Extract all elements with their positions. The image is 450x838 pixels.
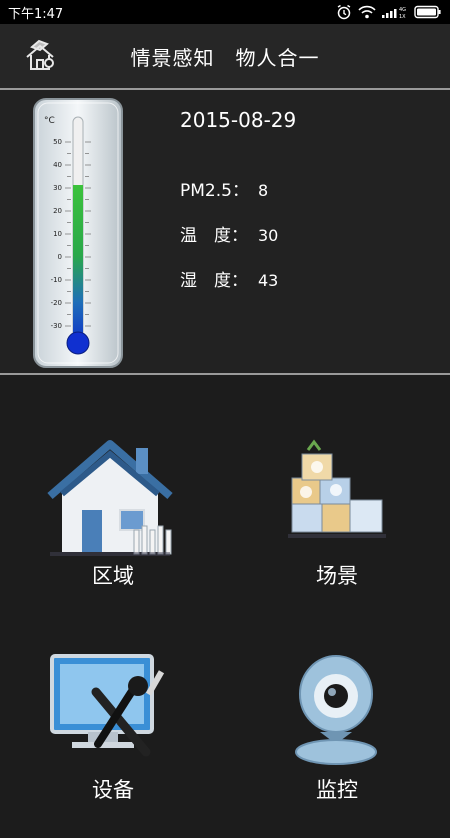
date-label: 2015-08-29: [180, 108, 297, 132]
tick-label: -30: [51, 322, 62, 330]
monitor-tile[interactable]: 监控: [262, 648, 412, 838]
svg-text:1X: 1X: [399, 14, 406, 19]
status-bar: 下午1:47 4G 1X: [0, 0, 450, 24]
pm25-row: PM2.5： 8: [180, 176, 268, 201]
signal-icon: 4G 1X: [382, 7, 406, 19]
temperature-label: 温 度：: [180, 226, 248, 246]
tick-label: 10: [53, 230, 62, 238]
tick-label: 0: [58, 253, 62, 261]
unit-label: °C: [44, 116, 55, 126]
panel-divider: [0, 373, 450, 375]
device-tile[interactable]: 设备: [38, 648, 188, 838]
tick-label: 20: [53, 207, 62, 215]
tick-label: -10: [51, 276, 62, 284]
house-icon: [47, 440, 173, 556]
home-settings-icon[interactable]: [22, 37, 60, 75]
tick-label: 50: [53, 138, 62, 146]
scene-label: 场景: [316, 564, 358, 588]
thermometer: 50 40 30 20 10 0 -10 -20 -30 °C: [32, 97, 124, 369]
area-label: 区域: [92, 564, 134, 588]
scene-blocks-icon: [288, 439, 386, 538]
temperature-value: 30: [258, 226, 279, 245]
tick-label: -20: [51, 299, 62, 307]
pm25-value: 8: [258, 181, 269, 200]
page-title: 情景感知 物人合一: [130, 45, 320, 70]
app-header: 情景感知 物人合一: [0, 24, 450, 88]
webcam-icon: [295, 655, 377, 765]
alarm-icon: [337, 4, 351, 20]
tick-label: 40: [53, 161, 62, 169]
area-tile[interactable]: 区域: [38, 434, 188, 624]
temperature-row: 温 度： 30: [180, 221, 278, 246]
status-time: 下午1:47: [8, 6, 64, 22]
pm25-label: PM2.5：: [180, 181, 249, 201]
menu-grid: 区域 场景 设备 监控: [0, 376, 450, 802]
humidity-label: 湿 度：: [180, 271, 248, 291]
scene-tile[interactable]: 场景: [262, 434, 412, 624]
wifi-icon: [358, 5, 376, 19]
status-icons: 4G 1X: [336, 4, 442, 20]
humidity-row: 湿 度： 43: [180, 266, 278, 291]
svg-text:4G: 4G: [399, 7, 406, 13]
humidity-value: 43: [258, 271, 279, 290]
tick-label: 30: [53, 184, 62, 192]
device-tools-icon: [50, 654, 165, 757]
battery-icon: [414, 5, 441, 19]
